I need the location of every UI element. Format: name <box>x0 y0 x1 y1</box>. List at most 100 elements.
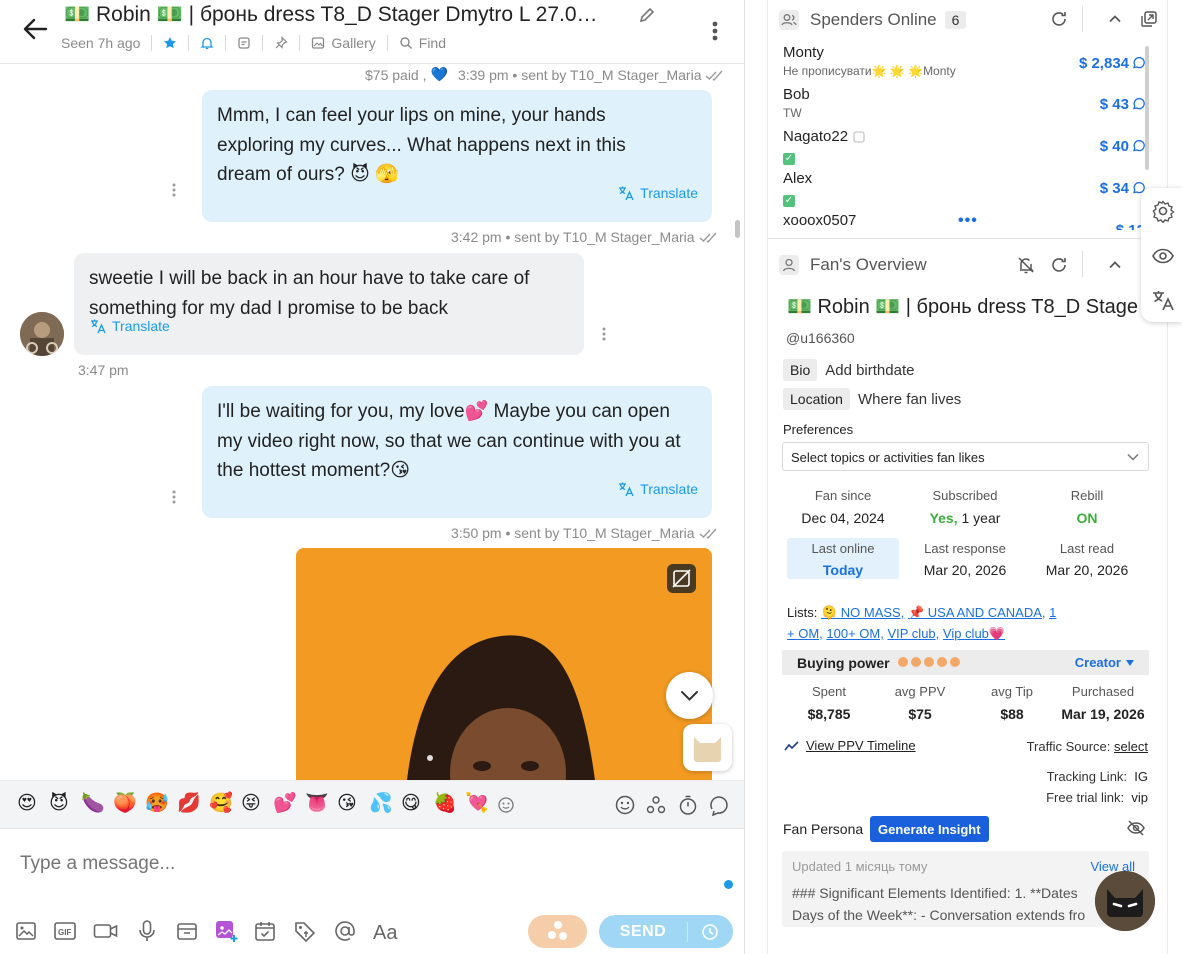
templates-icon[interactable] <box>645 794 667 816</box>
spender-amount[interactable]: $ 43 <box>1100 96 1145 113</box>
chat-title[interactable]: 💵 Robin 💵 | бронь dress T8_D Stager Dmyt… <box>64 2 634 28</box>
list-link[interactable]: 1 <box>1049 605 1056 620</box>
spender-row[interactable]: xooox0507 ••• $ 12 <box>783 212 1145 230</box>
video-icon[interactable] <box>93 919 119 943</box>
gallery-button[interactable]: Gallery <box>311 35 376 51</box>
emoji-eggplant[interactable]: 🍆 <box>81 793 105 815</box>
scroll-down-button[interactable] <box>666 672 713 719</box>
emoji-kiss-lips[interactable]: 💋 <box>177 793 201 815</box>
star-icon[interactable] <box>163 36 177 50</box>
timer-icon[interactable] <box>677 794 699 816</box>
tracking-link-value[interactable]: IG <box>1134 769 1148 784</box>
edit-icon[interactable] <box>637 5 657 25</box>
translate-button[interactable]: Translate <box>90 312 170 342</box>
insight-box[interactable]: Updated 1 місяць тому View all ### Signi… <box>782 851 1149 927</box>
pin-icon[interactable] <box>274 36 288 50</box>
note-icon[interactable] <box>237 36 251 50</box>
ppv-bundle-button[interactable] <box>528 915 587 948</box>
schedule-send-icon[interactable] <box>688 923 732 941</box>
spender-row[interactable]: Alex ✓ $ 34 <box>783 170 1145 210</box>
scrollbar-thumb[interactable] <box>1145 46 1149 170</box>
list-link[interactable]: Vip club💗 <box>943 626 1005 641</box>
message-menu-icon[interactable] <box>172 489 176 505</box>
send-button[interactable]: SEND <box>599 915 733 948</box>
assistant-cat-button[interactable] <box>1095 871 1155 931</box>
gif-icon[interactable]: GIF <box>53 919 77 943</box>
eye-icon[interactable] <box>1151 244 1175 268</box>
mention-icon[interactable] <box>333 919 357 943</box>
list-link[interactable]: VIP club, <box>887 626 939 641</box>
text-format-icon[interactable]: Aa <box>373 919 401 943</box>
spender-amount[interactable]: $ 34 <box>1100 180 1145 197</box>
translate-icon[interactable] <box>1151 288 1175 312</box>
popout-icon[interactable] <box>1140 10 1158 28</box>
translate-button[interactable]: Translate <box>618 475 698 505</box>
ai-media-icon[interactable] <box>214 919 238 943</box>
bell-icon[interactable] <box>200 36 214 50</box>
microphone-icon[interactable] <box>135 919 159 943</box>
scrollbar-thumb[interactable] <box>735 220 740 238</box>
schedule-icon[interactable] <box>253 919 277 943</box>
emoji-hot-face[interactable]: 🥵 <box>145 793 169 815</box>
message-bubble-incoming[interactable]: sweetie I will be back in an hour have t… <box>74 253 584 355</box>
find-button[interactable]: Find <box>399 35 446 51</box>
location-value[interactable]: Where fan lives <box>858 391 961 408</box>
avatar[interactable] <box>20 312 64 356</box>
spenders-list[interactable]: Monty Не прописувати🌟 🌟 🌟Monty $ 2,834 B… <box>783 44 1145 230</box>
emoji-peach[interactable]: 🍑 <box>113 793 137 815</box>
vault-icon[interactable] <box>175 919 199 943</box>
spender-row[interactable]: Monty Не прописувати🌟 🌟 🌟Monty $ 2,834 <box>783 44 1145 84</box>
location-row[interactable]: Location Where fan lives <box>783 388 961 410</box>
emoji-heart-eyes[interactable]: 😍 <box>17 793 37 815</box>
emoji-droplets[interactable]: 💦 <box>369 793 393 815</box>
creator-dropdown[interactable]: Creator <box>1075 655 1135 670</box>
unlock-media-icon[interactable] <box>667 564 696 593</box>
emoji-blow-kiss[interactable]: 😘 <box>337 793 357 815</box>
eye-off-icon[interactable] <box>1126 818 1146 838</box>
message-menu-icon[interactable] <box>172 182 176 198</box>
bio-row[interactable]: Bio Add birthdate <box>783 359 914 381</box>
ppv-timeline-link[interactable]: View PPV Timeline <box>784 738 916 753</box>
bell-off-icon[interactable] <box>1016 255 1036 275</box>
free-trial-value[interactable]: vip <box>1131 790 1148 805</box>
emoji-smiling-hearts[interactable]: 🥰 <box>209 793 233 815</box>
price-tag-icon[interactable] <box>293 919 317 943</box>
emoji-heart-arrow[interactable]: 💘 <box>465 793 489 815</box>
traffic-source-select[interactable]: select <box>1114 739 1148 754</box>
emoji-yum[interactable]: 😋 <box>401 793 421 815</box>
media-image[interactable] <box>296 548 712 780</box>
emoji-two-hearts[interactable]: 💕 <box>273 793 297 815</box>
spender-amount[interactable]: $ 2,834 <box>1079 55 1145 72</box>
more-options-icon[interactable] <box>706 16 724 46</box>
add-emoji-icon[interactable] <box>497 796 515 814</box>
emoji-devil[interactable]: 😈 <box>49 793 69 815</box>
back-arrow-icon[interactable] <box>18 14 52 44</box>
spender-row[interactable]: Nagato22 ✓ $ 40 <box>783 128 1145 168</box>
list-link[interactable]: + OM, <box>787 626 823 641</box>
message-menu-icon[interactable] <box>602 326 606 342</box>
message-bubble-outgoing[interactable]: I'll be waiting for you, my love💕 Maybe … <box>202 386 712 518</box>
chevron-up-icon[interactable] <box>1106 256 1124 274</box>
message-list[interactable]: $75 paid , 💙 3:39 pm • sent by T10_M Sta… <box>0 64 744 780</box>
translate-button[interactable]: Translate <box>618 179 698 209</box>
more-dots-icon[interactable]: ••• <box>958 212 978 230</box>
refresh-icon[interactable] <box>1049 255 1069 275</box>
refresh-icon[interactable] <box>1049 9 1069 29</box>
list-link[interactable]: 🫠 NO MASS, <box>821 605 904 620</box>
bio-value[interactable]: Add birthdate <box>825 362 914 379</box>
cat-assistant-button[interactable] <box>683 724 732 771</box>
message-input[interactable] <box>20 853 700 875</box>
chat-refresh-icon[interactable] <box>708 794 730 816</box>
emoji-picker-icon[interactable] <box>614 794 636 816</box>
emoji-tongue-wink[interactable]: 😝 <box>241 793 261 815</box>
spender-amount[interactable]: $ 40 <box>1100 138 1145 155</box>
chevron-up-icon[interactable] <box>1106 10 1124 28</box>
message-bubble-outgoing[interactable]: Mmm, I can feel your lips on mine, your … <box>202 90 712 222</box>
generate-insight-button[interactable]: Generate Insight <box>870 816 989 842</box>
list-link[interactable]: 100+ OM, <box>826 626 883 641</box>
preferences-select[interactable]: Select topics or activities fan likes <box>782 442 1149 471</box>
spender-row[interactable]: Bob TW $ 43 <box>783 86 1145 126</box>
image-icon[interactable] <box>14 919 38 943</box>
emoji-tongue[interactable]: 👅 <box>305 793 329 815</box>
list-link[interactable]: 📌 USA AND CANADA, <box>908 605 1046 620</box>
